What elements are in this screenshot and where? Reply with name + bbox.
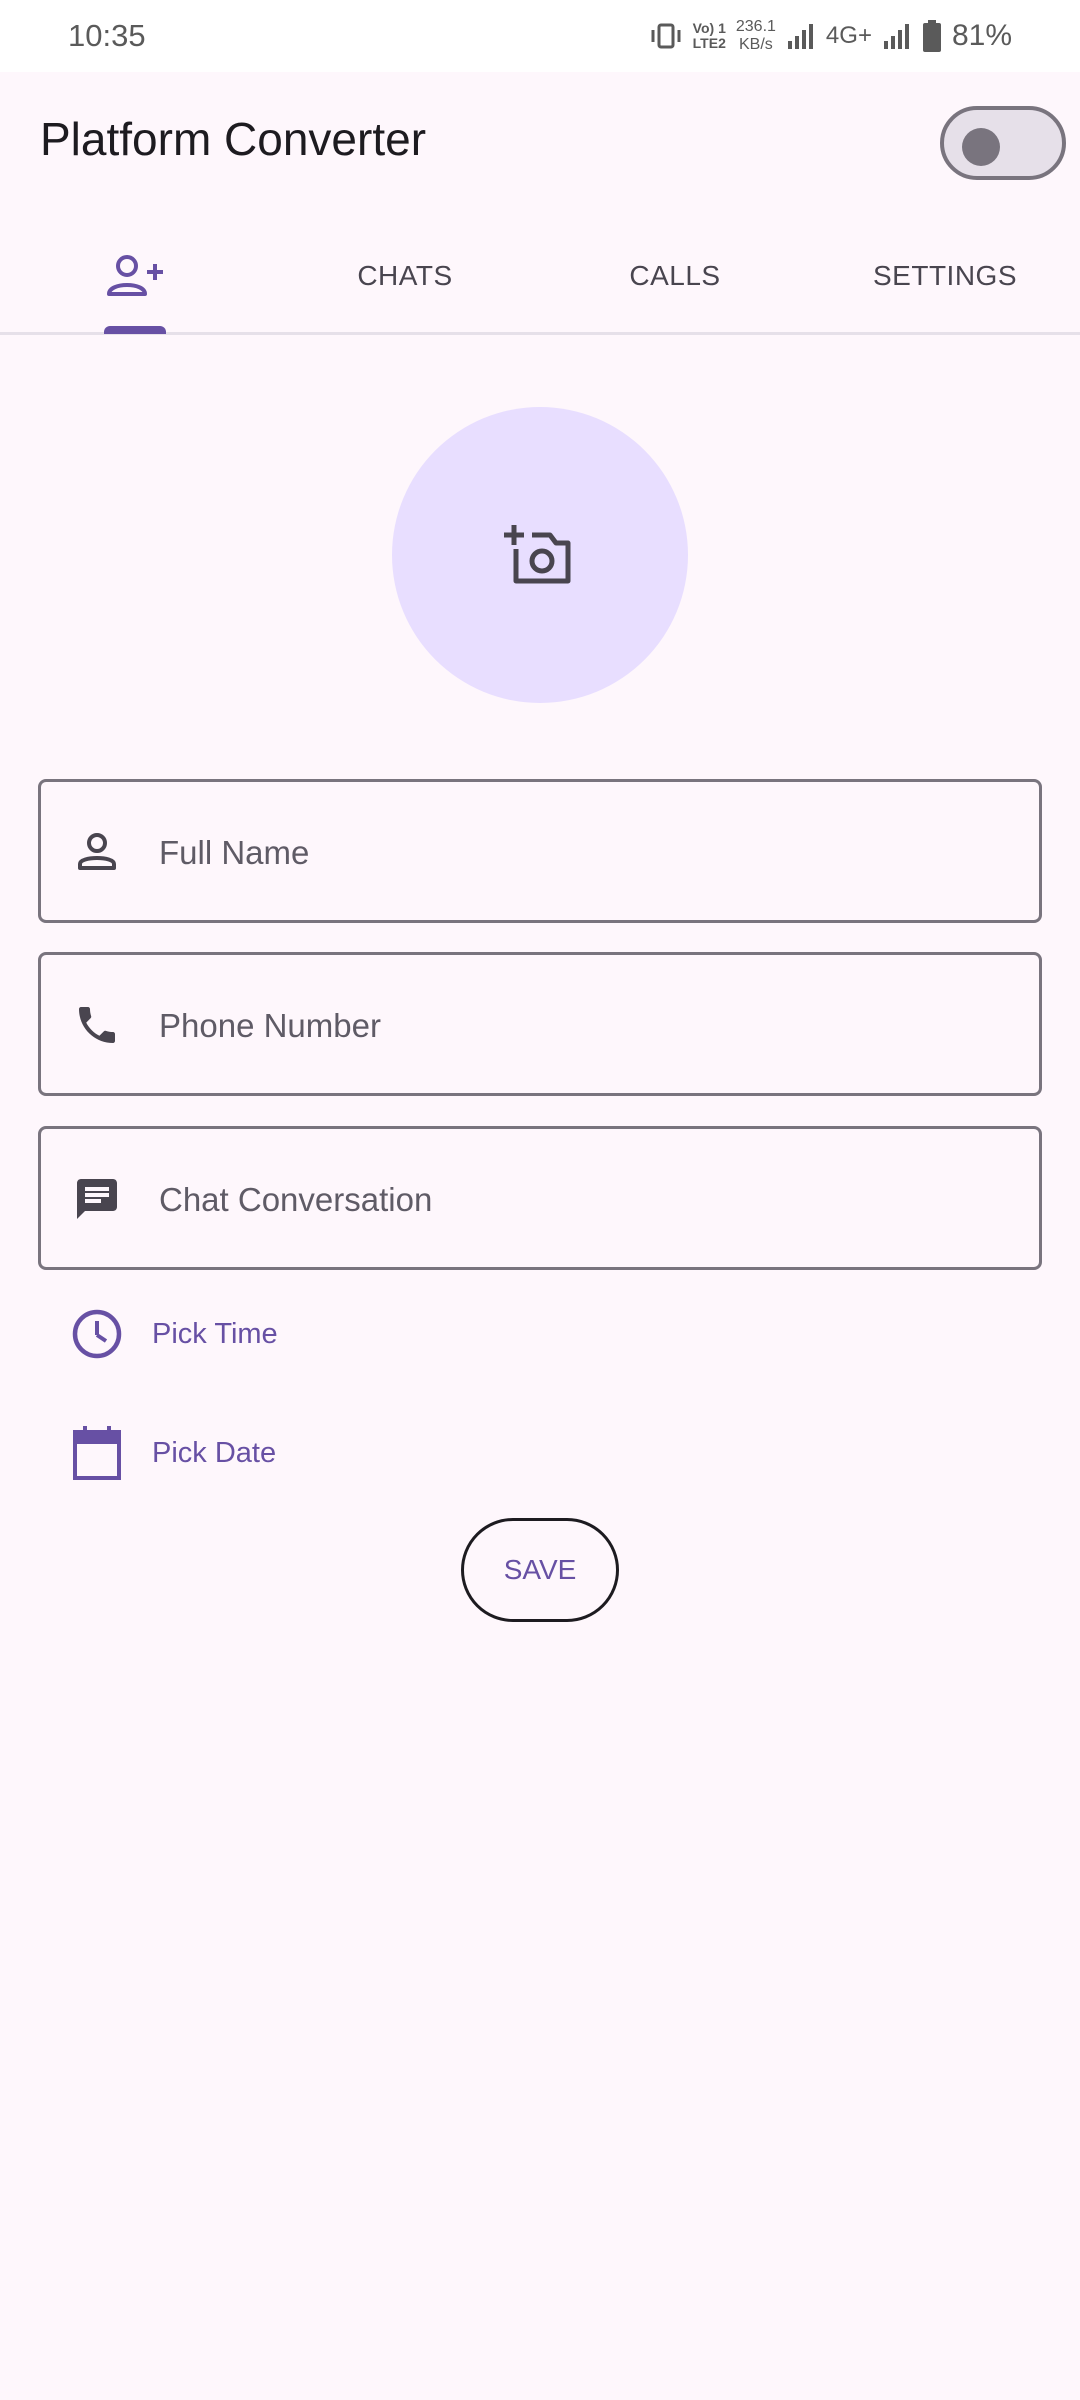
full-name-field[interactable] [38,779,1042,923]
person-add-icon [107,255,163,296]
pick-time-label: Pick Time [152,1317,278,1350]
clock-icon [72,1309,122,1359]
battery-percent: 81% [951,19,1012,52]
chat-conversation-field[interactable] [38,1126,1042,1270]
signal-2-icon [883,24,909,49]
status-time: 10:35 [68,18,146,53]
phone-number-input[interactable] [157,975,1021,1077]
status-bar: 10:35 Vo) 1 LTE2 236.1 KB/s 4G+ 81% [0,0,1080,72]
network-speed: 236.1 KB/s [735,18,776,53]
pick-time-button[interactable]: Pick Time [70,1304,278,1364]
phone-number-field[interactable] [38,952,1042,1096]
chat-message-icon [77,1179,117,1219]
signal-icon [787,24,813,49]
add-photo-camera-icon [504,525,571,584]
full-name-input[interactable] [157,802,1021,904]
pick-date-label: Pick Date [152,1436,277,1469]
tab-calls[interactable]: CALLS [540,220,810,332]
network-type: 4G+ [825,22,872,49]
avatar-picker[interactable] [392,407,688,703]
vibrate-icon [651,23,681,49]
pick-date-button[interactable]: Pick Date [70,1423,276,1483]
save-button[interactable]: SAVE [461,1518,619,1622]
tab-settings[interactable]: SETTINGS [810,220,1080,332]
theme-toggle[interactable] [940,106,1066,180]
tab-bar: CHATS CALLS SETTINGS [0,220,1080,335]
person-icon [78,833,116,870]
status-icons: Vo) 1 LTE2 236.1 KB/s 4G+ 81% [649,14,1012,58]
tab-add-contact[interactable] [0,220,270,332]
tab-indicator [104,326,166,334]
app-title: Platform Converter [40,113,427,165]
chat-conversation-input[interactable] [157,1149,1021,1251]
toggle-knob [962,128,1000,166]
battery-icon [922,20,941,52]
volte-indicator: Vo) 1 LTE2 [692,20,726,51]
tab-chats[interactable]: CHATS [270,220,540,332]
phone-icon [79,1007,115,1043]
calendar-icon [73,1426,121,1480]
